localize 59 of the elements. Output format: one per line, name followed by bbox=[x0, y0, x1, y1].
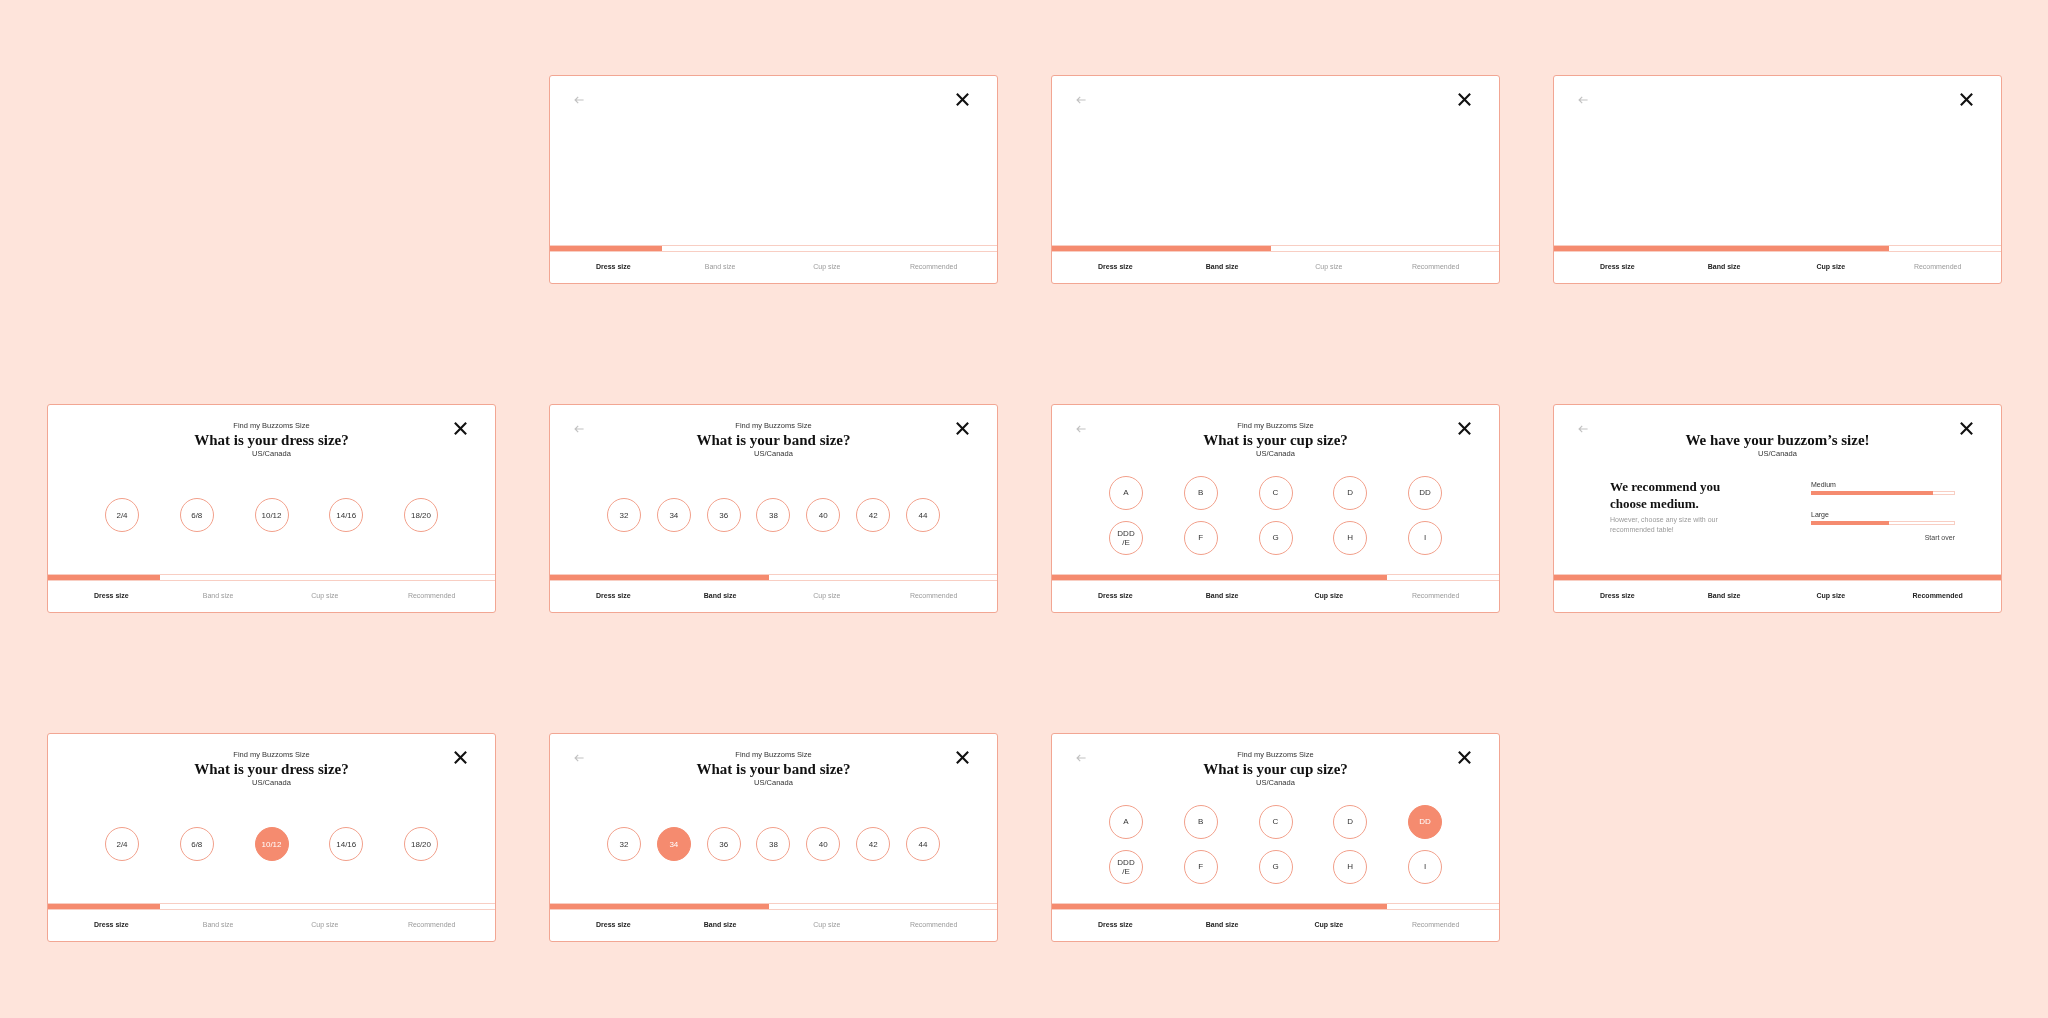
result-title: We have your buzzom’s size! bbox=[1685, 431, 1870, 449]
size-option[interactable]: 36 bbox=[706, 498, 741, 532]
size-option[interactable]: 2/4 bbox=[105, 498, 139, 532]
size-option[interactable]: 32 bbox=[607, 498, 641, 532]
question-title: What is your dress size? bbox=[194, 760, 349, 778]
size-option[interactable]: 42 bbox=[856, 498, 891, 532]
size-option[interactable]: 38 bbox=[756, 498, 791, 532]
size-option[interactable]: A bbox=[1109, 475, 1143, 510]
size-option[interactable]: 40 bbox=[806, 827, 841, 861]
close-icon[interactable] bbox=[956, 422, 969, 435]
question-title: What is your cup size? bbox=[1203, 431, 1348, 449]
size-option[interactable]: 14/16 bbox=[329, 827, 364, 861]
question-title: What is your band size? bbox=[696, 431, 851, 449]
size-option[interactable]: H bbox=[1333, 520, 1368, 555]
close-icon[interactable] bbox=[454, 751, 467, 764]
size-option[interactable]: F bbox=[1183, 520, 1218, 555]
question-title: What is your cup size? bbox=[1203, 760, 1348, 778]
size-option[interactable]: 42 bbox=[856, 827, 891, 861]
size-option[interactable]: 38 bbox=[756, 827, 791, 861]
close-icon[interactable] bbox=[1960, 93, 1973, 106]
size-option[interactable]: DD bbox=[1408, 475, 1442, 510]
size-option[interactable]: 10/12 bbox=[254, 498, 289, 532]
size-option[interactable]: DDD /E bbox=[1109, 849, 1143, 884]
close-icon[interactable] bbox=[956, 93, 969, 106]
close-icon[interactable] bbox=[1458, 422, 1471, 435]
question-title: What is your dress size? bbox=[194, 431, 349, 449]
question-title: What is your band size? bbox=[696, 760, 851, 778]
size-option[interactable]: 18/20 bbox=[404, 498, 438, 532]
size-option[interactable]: F bbox=[1183, 849, 1218, 884]
size-option[interactable]: 32 bbox=[607, 827, 641, 861]
size-option[interactable]: D bbox=[1333, 475, 1368, 510]
size-option[interactable]: 14/16 bbox=[329, 498, 364, 532]
size-option[interactable]: 6/8 bbox=[179, 498, 214, 532]
close-icon[interactable] bbox=[956, 751, 969, 764]
size-option[interactable]: 18/20 bbox=[404, 827, 438, 861]
size-option[interactable]: 44 bbox=[905, 498, 940, 532]
close-icon[interactable] bbox=[454, 422, 467, 435]
close-icon[interactable] bbox=[1960, 422, 1973, 435]
size-option[interactable]: G bbox=[1258, 849, 1293, 884]
close-icon[interactable] bbox=[1458, 93, 1471, 106]
size-option[interactable]: 34 bbox=[656, 498, 691, 532]
size-option[interactable]: B bbox=[1183, 804, 1218, 839]
size-option[interactable]: D bbox=[1333, 804, 1368, 839]
size-option[interactable]: I bbox=[1408, 520, 1442, 555]
size-option[interactable]: 6/8 bbox=[179, 827, 214, 861]
size-option[interactable]: A bbox=[1109, 804, 1143, 839]
size-option[interactable]: C bbox=[1258, 475, 1293, 510]
close-icon[interactable] bbox=[1458, 751, 1471, 764]
size-option[interactable]: H bbox=[1333, 849, 1368, 884]
size-option[interactable]: 36 bbox=[706, 827, 741, 861]
size-option[interactable]: C bbox=[1258, 804, 1293, 839]
size-option[interactable]: B bbox=[1183, 475, 1218, 510]
size-option[interactable]: DDD /E bbox=[1109, 520, 1143, 555]
size-option[interactable]: I bbox=[1408, 849, 1442, 884]
size-option[interactable]: 44 bbox=[905, 827, 940, 861]
size-option[interactable]: 40 bbox=[806, 498, 841, 532]
size-option[interactable]: G bbox=[1258, 520, 1293, 555]
recommendation-heading: We recommend you choose medium. bbox=[1610, 478, 1722, 512]
size-option[interactable]: 2/4 bbox=[105, 827, 139, 861]
